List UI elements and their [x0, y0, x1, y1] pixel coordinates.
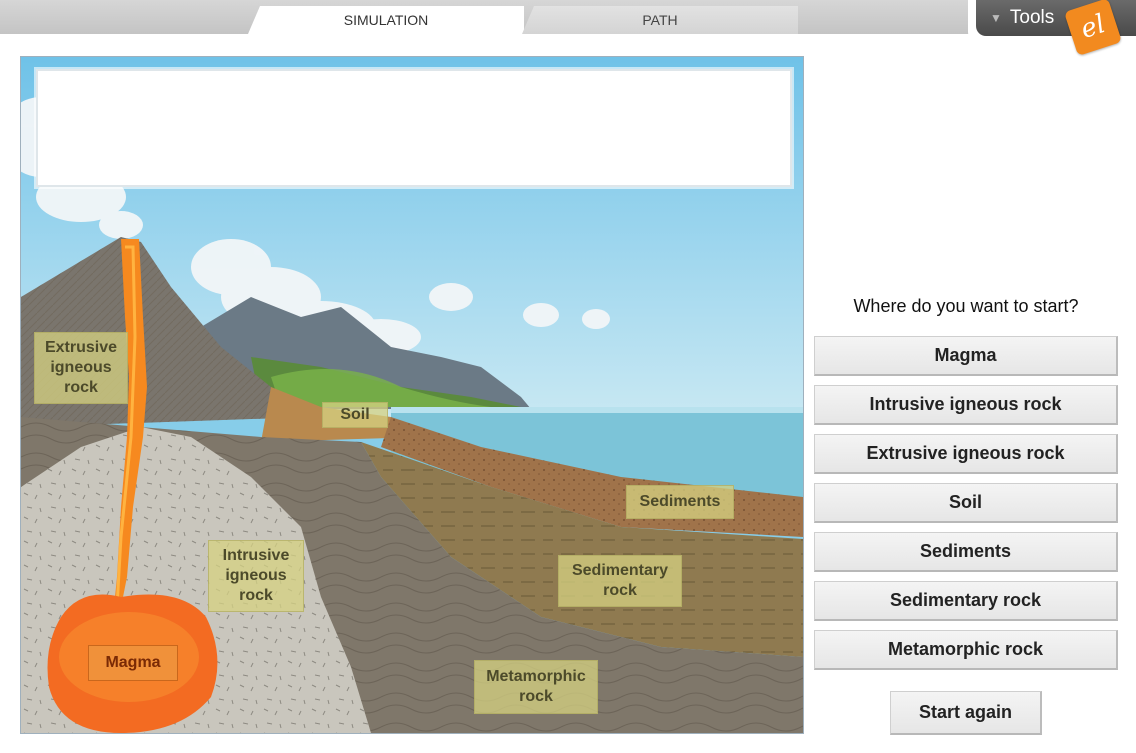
- message-box: [36, 69, 792, 187]
- label-magma: Magma: [88, 645, 178, 681]
- option-sedimentary-rock-button[interactable]: Sedimentary rock: [814, 581, 1118, 621]
- start-again-button[interactable]: Start again: [890, 691, 1042, 735]
- label-soil: Soil: [322, 402, 388, 428]
- tools-label: Tools: [1009, 7, 1055, 28]
- option-soil-button[interactable]: Soil: [814, 483, 1118, 523]
- triangle-down-icon: ▼: [990, 11, 1002, 25]
- tab-path[interactable]: PATH: [522, 6, 798, 34]
- label-sedimentary-rock: Sedimentary rock: [558, 555, 682, 607]
- label-intrusive-igneous-rock: Intrusive igneous rock: [208, 540, 304, 612]
- option-magma-button[interactable]: Magma: [814, 336, 1118, 376]
- option-sediments-button[interactable]: Sediments: [814, 532, 1118, 572]
- option-metamorphic-rock-button[interactable]: Metamorphic rock: [814, 630, 1118, 670]
- option-extrusive-igneous-rock-button[interactable]: Extrusive igneous rock: [814, 434, 1118, 474]
- option-intrusive-igneous-rock-button[interactable]: Intrusive igneous rock: [814, 385, 1118, 425]
- label-extrusive-igneous-rock: Extrusive igneous rock: [34, 332, 128, 404]
- tab-simulation[interactable]: SIMULATION: [248, 6, 524, 34]
- label-metamorphic-rock: Metamorphic rock: [474, 660, 598, 714]
- label-sediments: Sediments: [626, 485, 734, 519]
- start-prompt: Where do you want to start?: [853, 296, 1079, 316]
